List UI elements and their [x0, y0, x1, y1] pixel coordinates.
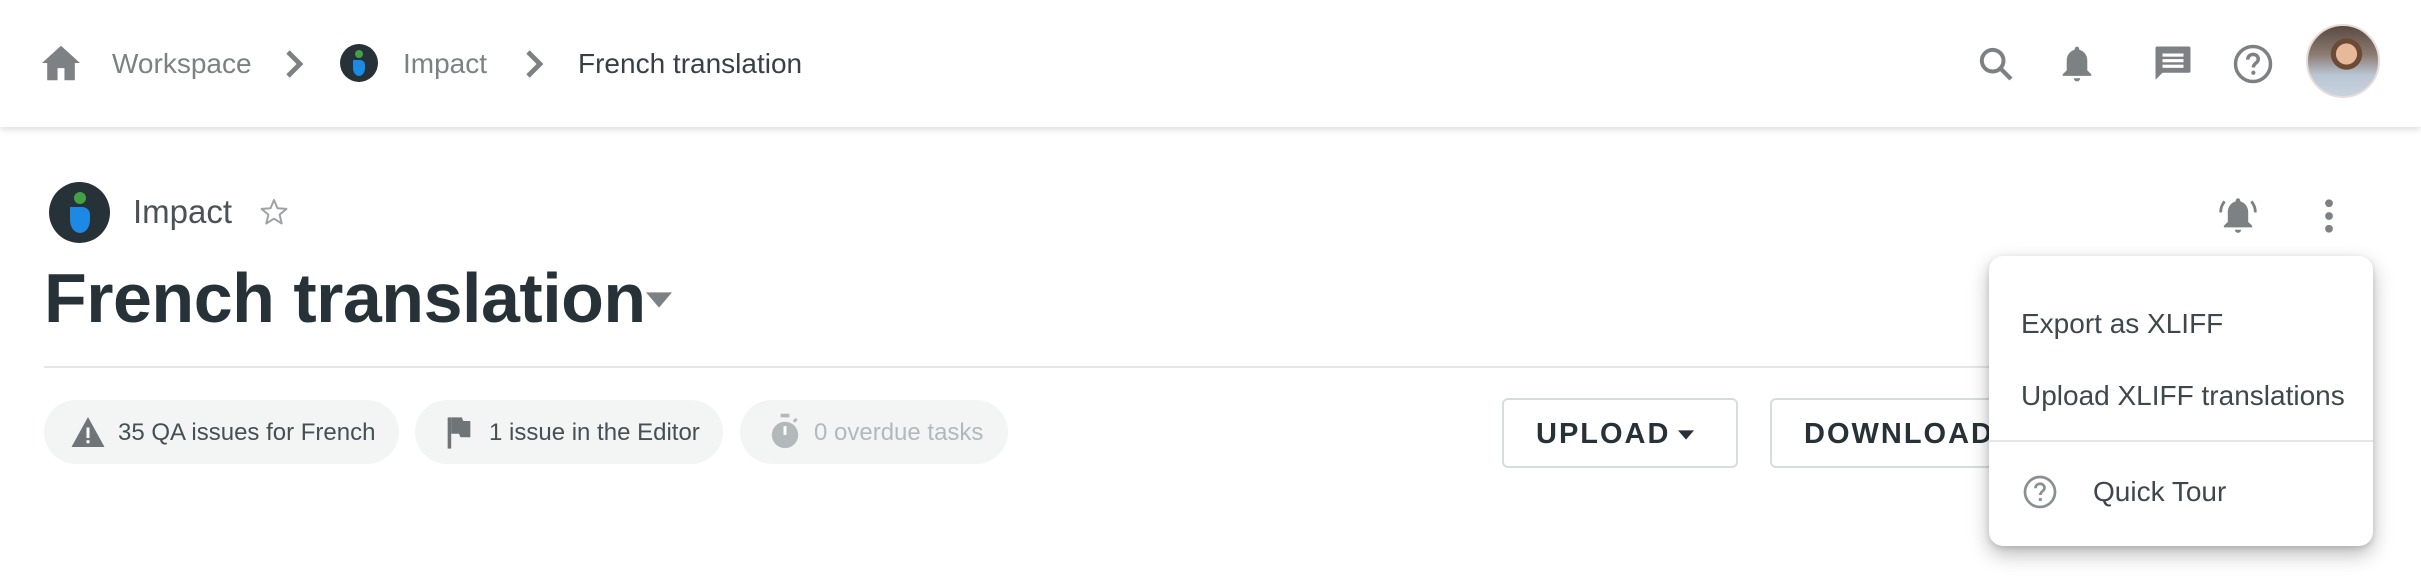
- flag-icon: [445, 416, 473, 450]
- menu-item-label: Quick Tour: [2093, 476, 2227, 507]
- editor-issue-chip[interactable]: 1 issue in the Editor: [415, 400, 723, 464]
- home-icon[interactable]: [40, 44, 82, 82]
- upload-label: UPLOAD: [1536, 418, 1671, 450]
- breadcrumb-workspace[interactable]: Workspace: [112, 44, 252, 84]
- search-icon[interactable]: [1976, 44, 2016, 84]
- caret-down-icon: [1678, 430, 1694, 440]
- project-logo[interactable]: [340, 44, 378, 82]
- download-label: DOWNLOAD: [1804, 418, 1994, 450]
- top-bar: Workspace Impact French translation: [0, 0, 2421, 127]
- menu-divider: [1989, 440, 2373, 442]
- project-logo: [49, 182, 110, 243]
- title-divider: [44, 366, 2004, 368]
- bell-icon[interactable]: [2058, 42, 2096, 86]
- star-outline-icon[interactable]: [258, 196, 290, 228]
- timer-icon: [770, 413, 800, 451]
- qa-issues-chip[interactable]: 35 QA issues for French: [44, 400, 399, 464]
- overdue-tasks-chip[interactable]: 0 overdue tasks: [740, 400, 1008, 464]
- more-vertical-icon[interactable]: [2322, 198, 2336, 234]
- menu-item-label: Export as XLIFF: [2021, 308, 2224, 339]
- upload-button[interactable]: UPLOAD: [1502, 398, 1738, 468]
- page-title: French translation: [44, 259, 646, 337]
- breadcrumb-impact[interactable]: Impact: [403, 44, 487, 84]
- menu-item-label: Upload XLIFF translations: [2021, 380, 2345, 411]
- overdue-tasks-label: 0 overdue tasks: [814, 419, 984, 446]
- menu-item-export-xliff[interactable]: Export as XLIFF: [1989, 284, 2373, 364]
- menu-item-upload-xliff[interactable]: Upload XLIFF translations: [1989, 364, 2373, 444]
- bell-ringing-icon[interactable]: [2216, 192, 2260, 236]
- user-avatar[interactable]: [2306, 24, 2380, 98]
- help-circle-icon: [2022, 474, 2058, 510]
- menu-item-quick-tour[interactable]: Quick Tour: [1989, 454, 2373, 534]
- project-name[interactable]: Impact: [133, 190, 232, 234]
- chat-icon[interactable]: [2152, 43, 2194, 85]
- chevron-right-icon: [522, 48, 546, 80]
- caret-down-icon[interactable]: [646, 292, 672, 308]
- editor-issue-label: 1 issue in the Editor: [489, 419, 700, 446]
- download-button[interactable]: DOWNLOAD: [1770, 398, 2010, 468]
- warning-icon: [70, 415, 106, 449]
- breadcrumb-current: French translation: [578, 48, 803, 79]
- qa-issues-label: 35 QA issues for French: [118, 419, 376, 446]
- chevron-right-icon: [282, 48, 306, 80]
- help-circle-icon[interactable]: [2232, 43, 2274, 85]
- more-actions-menu: Export as XLIFF Upload XLIFF translation…: [1989, 256, 2373, 546]
